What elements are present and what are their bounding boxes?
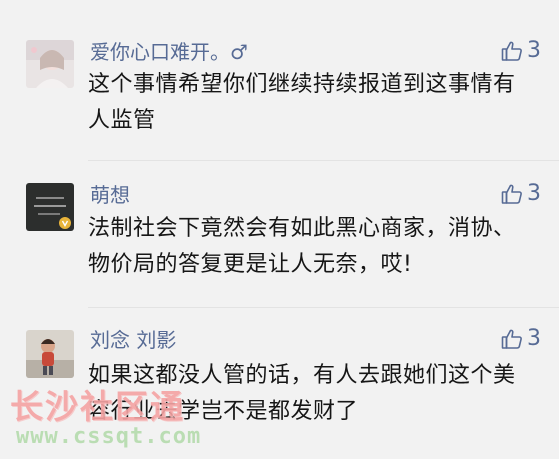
thumbs-up-icon [501, 41, 522, 61]
watermark-site-name: 长沙社区通 [10, 387, 185, 426]
comment-text: 法制社会下竟然会有如此黑心商家，消协、物价局的答复更是让人无奈，哎! [88, 216, 516, 277]
comment-item: 萌想 3 法制社会下竟然会有如此黑心商家，消协、物价局的答复更是让人无奈，哎! [0, 150, 559, 310]
comment-text: 这个事情希望你们继续持续报道到这事情有人监管 [88, 72, 516, 133]
comment-username[interactable]: 爱你心口难开。♂ [90, 40, 248, 64]
like-count: 3 [527, 181, 541, 206]
like-button[interactable]: 3 [500, 38, 541, 64]
thumbs-up-icon [501, 329, 522, 349]
avatar[interactable] [26, 183, 74, 231]
divider [88, 307, 559, 308]
comment-username[interactable]: 萌想 [90, 183, 130, 207]
comment-item: 爱你心口难开。♂ 3 这个事情希望你们继续持续报道到这事情有人监管 [0, 0, 559, 150]
like-button[interactable]: 3 [500, 326, 541, 352]
watermark: 长沙社区通 www.cssqt.com [4, 380, 234, 454]
thumbs-up-icon [501, 184, 522, 204]
avatar[interactable] [26, 330, 74, 378]
like-count: 3 [527, 326, 541, 351]
comment-username[interactable]: 刘念 刘影 [90, 328, 176, 352]
watermark-url: www.cssqt.com [16, 424, 202, 449]
like-count: 3 [527, 38, 541, 63]
like-button[interactable]: 3 [500, 181, 541, 207]
avatar[interactable] [26, 40, 74, 88]
